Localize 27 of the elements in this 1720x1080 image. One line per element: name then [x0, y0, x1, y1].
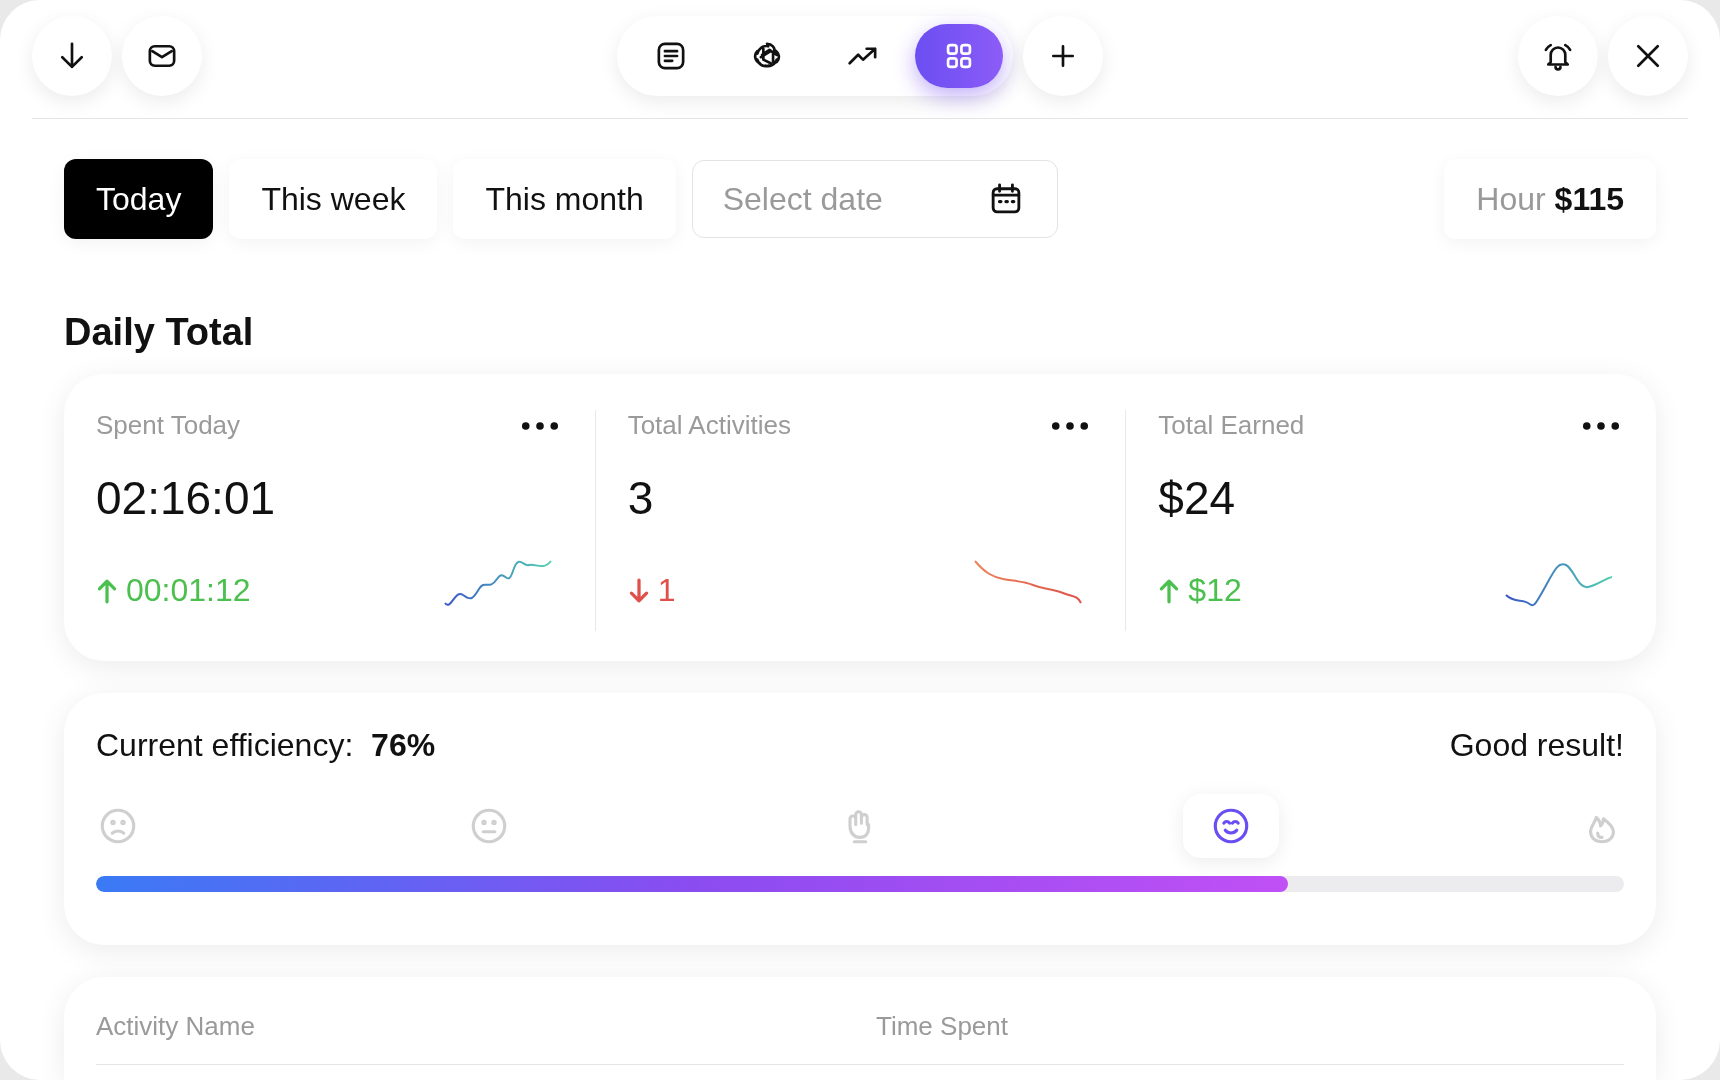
- sad-face-icon: [98, 806, 138, 846]
- filter-tab[interactable]: This month: [453, 159, 676, 239]
- ellipsis-icon: [1051, 420, 1090, 431]
- filter-tab[interactable]: This week: [229, 159, 438, 239]
- column-header: Activity Name: [96, 1011, 256, 1042]
- change-value: 1: [657, 572, 676, 609]
- efficiency-text: Current efficiency: 76%: [96, 727, 436, 764]
- date-field[interactable]: Select date: [691, 160, 1058, 238]
- stat-label: Total Earned: [1158, 410, 1305, 441]
- ellipsis-icon: [520, 420, 559, 431]
- stat-value: 02:16:01: [96, 471, 277, 525]
- stat-label: Total Activities: [627, 410, 791, 441]
- ellipsis-icon: [1582, 420, 1620, 431]
- section-title: Daily Total: [64, 311, 255, 354]
- stat-value: 3: [627, 471, 655, 525]
- hourly-rate: Hour $115: [1444, 159, 1656, 239]
- filter-tab[interactable]: Today: [64, 159, 214, 239]
- mood-button[interactable]: [1183, 794, 1279, 858]
- column-header: Time Spent: [876, 1011, 1009, 1042]
- change-value: 00:01:12: [126, 572, 251, 609]
- smiling-face-icon: [1211, 806, 1251, 846]
- stat-value: $24: [1158, 471, 1237, 525]
- change-value: $12: [1188, 572, 1242, 609]
- neutral-face-icon: [469, 806, 509, 846]
- stat-label: Spent Today: [96, 410, 241, 441]
- result-text: Good result!: [1449, 727, 1624, 764]
- grid-button[interactable]: [915, 24, 1003, 88]
